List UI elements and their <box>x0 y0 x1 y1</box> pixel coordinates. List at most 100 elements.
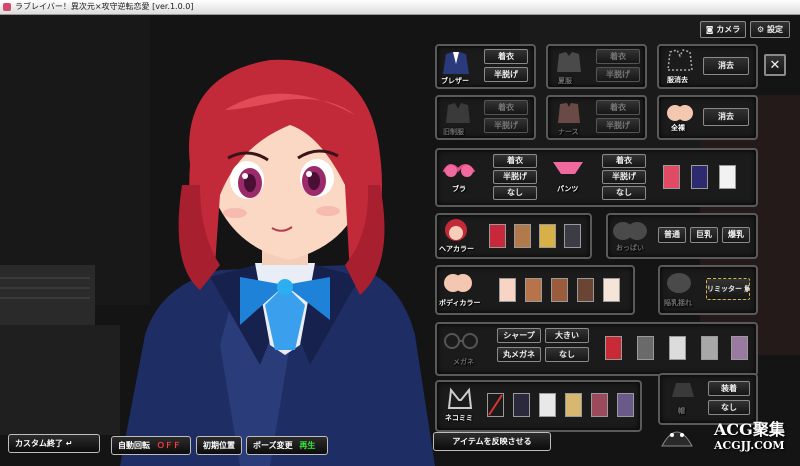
watermark-url: ACGJJ.COM <box>714 439 785 452</box>
title-bar: ラブレイバー！異次元×攻守逆転恋愛 [ver.1.0.0] <box>0 0 800 15</box>
gear-icon: ⚙ <box>757 25 765 34</box>
nipple-panel: 陥乳揺れ リミッター 解除 <box>658 265 758 315</box>
cat-ears-icon <box>447 387 473 409</box>
accessory-label: 帽 <box>678 407 685 415</box>
glasses-color-silver[interactable] <box>701 336 718 360</box>
camera-button[interactable]: ◙ カメラ <box>700 21 746 38</box>
hat-icon <box>672 383 694 397</box>
panties-wear-button[interactable]: 着衣 <box>602 154 646 168</box>
summer-half-button[interactable]: 半脱げ <box>596 67 640 82</box>
glasses-color-white[interactable] <box>669 336 686 360</box>
nipple-label: 陥乳揺れ <box>664 299 692 307</box>
ears-color-gold[interactable] <box>565 393 582 417</box>
nude-label: 全裸 <box>671 124 685 132</box>
summer-wear-button[interactable]: 着衣 <box>596 49 640 64</box>
auto-rotate-button[interactable]: 自動回転 ＯＦＦ <box>111 436 191 455</box>
body-color-tan[interactable] <box>525 278 542 302</box>
initial-position-button[interactable]: 初期位置 <box>196 436 242 455</box>
bust-label: おっぱい <box>616 244 644 252</box>
underwear-color-white[interactable] <box>719 165 736 189</box>
outfit-remove-panel: 服消去 消去 <box>657 44 758 89</box>
ears-color-navy[interactable] <box>513 393 530 417</box>
nude-remove-button[interactable]: 消去 <box>703 108 749 126</box>
glasses-color-mauve[interactable] <box>731 336 748 360</box>
glasses-color-gray[interactable] <box>637 336 654 360</box>
game-scene: ◙ カメラ ⚙ 設定 ✕ ブレザー 着衣 半脱げ 夏服 着衣 半脱げ 服消去 消… <box>0 15 800 466</box>
custom-end-button[interactable]: カスタム終了 ↵ <box>8 434 100 453</box>
summer-uniform-icon <box>557 52 581 72</box>
nurse-half-button[interactable]: 半脱げ <box>596 118 640 133</box>
clothes-remove-button[interactable]: 消去 <box>703 57 749 75</box>
bra-label: ブラ <box>452 185 466 193</box>
settings-button[interactable]: ⚙ 設定 <box>750 21 790 38</box>
blazer-wear-button[interactable]: 着衣 <box>484 49 528 64</box>
limiter-release-button[interactable]: リミッター 解除 <box>706 278 750 300</box>
old-wear-button[interactable]: 着衣 <box>484 100 528 115</box>
body-color-brown[interactable] <box>551 278 568 302</box>
hair-icon <box>445 219 467 241</box>
bra-half-button[interactable]: 半脱げ <box>493 170 537 184</box>
settings-label: 設定 <box>766 25 783 34</box>
nurse-label: ナース <box>558 128 579 136</box>
outfit-summer-panel: 夏服 着衣 半脱げ <box>546 44 647 89</box>
outfit-old-panel: 旧制服 着衣 半脱げ <box>435 95 536 140</box>
clothes-remove-icon <box>667 49 693 71</box>
panties-half-button[interactable]: 半脱げ <box>602 170 646 184</box>
panties-none-button[interactable]: なし <box>602 186 646 200</box>
nurse-wear-button[interactable]: 着衣 <box>596 100 640 115</box>
underwear-panel: ブラ 着衣 半脱げ なし パンツ 着衣 半脱げ なし <box>435 148 758 207</box>
bust-icon <box>613 222 647 240</box>
hair-color-gold[interactable] <box>539 224 556 248</box>
body-color-dark[interactable] <box>577 278 594 302</box>
camera-icon: ◙ <box>705 25 714 34</box>
glasses-label: メガネ <box>453 358 474 366</box>
clothes-remove-label: 服消去 <box>667 76 688 84</box>
summer-label: 夏服 <box>558 77 572 85</box>
glasses-icon <box>444 333 478 349</box>
window-title: ラブレイバー！異次元×攻守逆転恋愛 [ver.1.0.0] <box>15 2 194 11</box>
body-color-light[interactable] <box>603 278 620 302</box>
glasses-none-button[interactable]: なし <box>545 347 589 362</box>
accessory-equip-button[interactable]: 装着 <box>708 381 750 396</box>
close-button[interactable]: ✕ <box>764 54 786 76</box>
hair-color-panel: ヘアカラー <box>435 213 592 259</box>
old-half-button[interactable]: 半脱げ <box>484 118 528 133</box>
accessory-none-button[interactable]: なし <box>708 400 750 415</box>
pose-change-button[interactable]: ポーズ変更 再生 <box>246 436 328 455</box>
watermark-text: ACG聚集 <box>714 420 785 439</box>
auto-rotate-state: ＯＦＦ <box>156 441 181 450</box>
old-uniform-icon <box>446 103 470 123</box>
nipple-icon <box>667 273 691 293</box>
glasses-sharp-button[interactable]: シャープ <box>497 328 541 343</box>
underwear-color-navy[interactable] <box>691 165 708 189</box>
outfit-nude-panel: 全裸 消去 <box>657 95 758 140</box>
auto-rotate-label: 自動回転 <box>118 441 150 450</box>
body-color-pale[interactable] <box>499 278 516 302</box>
blazer-half-button[interactable]: 半脱げ <box>484 67 528 82</box>
old-uniform-label: 旧制服 <box>443 128 464 136</box>
hair-color-red[interactable] <box>489 224 506 248</box>
glasses-round-button[interactable]: 丸メガネ <box>497 347 541 362</box>
none-slash-icon <box>488 394 503 416</box>
bra-none-button[interactable]: なし <box>493 186 537 200</box>
ears-color-purple[interactable] <box>617 393 634 417</box>
apply-items-button[interactable]: アイテムを反映させる <box>433 432 551 451</box>
body-color-label: ボディカラー <box>439 299 481 307</box>
glasses-big-button[interactable]: 大きい <box>545 328 589 343</box>
underwear-color-red[interactable] <box>663 165 680 189</box>
glasses-color-red[interactable] <box>605 336 622 360</box>
bust-huge-button[interactable]: 爆乳 <box>722 227 750 243</box>
hair-color-brown[interactable] <box>514 224 531 248</box>
ears-color-none[interactable] <box>487 393 504 417</box>
bust-large-button[interactable]: 巨乳 <box>690 227 718 243</box>
hair-color-dark[interactable] <box>564 224 581 248</box>
hair-color-label: ヘアカラー <box>439 245 474 253</box>
ears-color-white[interactable] <box>539 393 556 417</box>
watermark-logo-icon <box>661 431 693 447</box>
custom-end-label: カスタム終了 <box>15 439 63 448</box>
bust-panel: おっぱい 普通 巨乳 爆乳 <box>606 213 758 259</box>
cat-ears-panel: ネコミミ <box>435 380 642 432</box>
bust-normal-button[interactable]: 普通 <box>658 227 686 243</box>
ears-color-wine[interactable] <box>591 393 608 417</box>
bra-wear-button[interactable]: 着衣 <box>493 154 537 168</box>
